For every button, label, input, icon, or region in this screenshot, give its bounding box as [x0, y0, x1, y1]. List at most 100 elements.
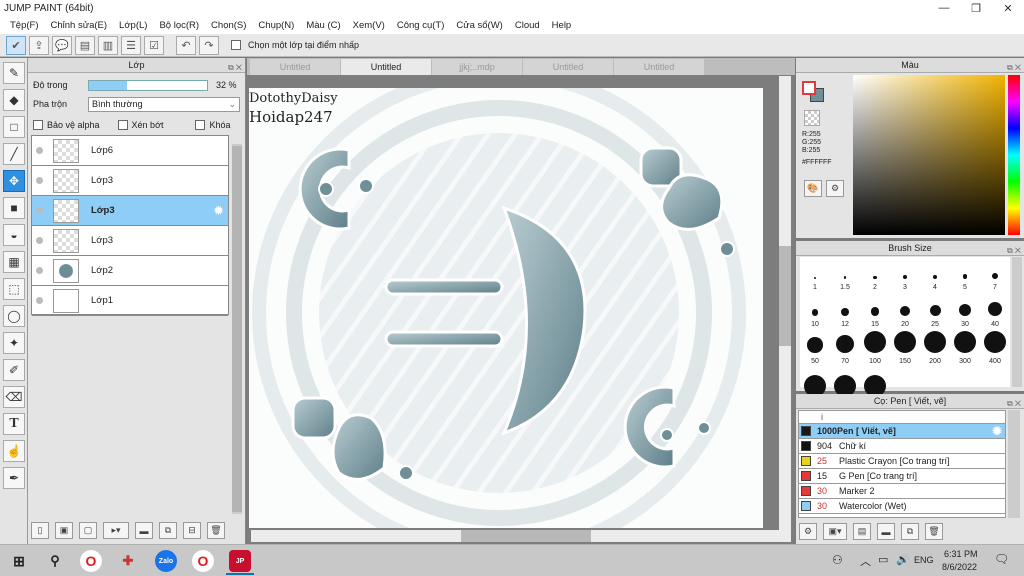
opacity-slider[interactable]	[88, 79, 208, 91]
select-eraser-icon[interactable]: ⌫	[3, 386, 25, 408]
opera-gx-icon[interactable]: O	[192, 550, 214, 572]
trash-icon[interactable]: 🗑	[207, 522, 225, 539]
menu-help[interactable]: Help	[546, 20, 578, 31]
people-icon[interactable]: ⚇	[832, 553, 843, 567]
menu-capture[interactable]: Chụp(N)	[252, 20, 300, 31]
restore-icon[interactable]: ❐	[960, 2, 992, 15]
panel-popout-icon[interactable]: ⧉ ✕	[1007, 243, 1021, 258]
hue-slider[interactable]	[1008, 75, 1020, 235]
rectangle-select-icon[interactable]: □	[3, 116, 25, 138]
zalo-icon[interactable]: Zalo	[155, 550, 177, 572]
layer-row-selected[interactable]: Lớp3 ✹	[32, 196, 228, 226]
minimize-icon[interactable]: —	[928, 2, 960, 14]
tab-untitled-3[interactable]: Untitled	[523, 59, 613, 75]
brush-folder-icon[interactable]: ▬	[877, 523, 895, 540]
palette-settings-icon[interactable]: ⚙	[826, 180, 844, 197]
line-tool-icon[interactable]: ╱	[3, 143, 25, 165]
visibility-icon[interactable]	[36, 207, 43, 214]
brush-size-option[interactable]: 1.5	[830, 257, 860, 294]
brush-size-option[interactable]: 10	[800, 294, 830, 331]
bucket-fill-icon[interactable]: ◒	[3, 224, 25, 246]
marquee-select-icon[interactable]: ⬚	[3, 278, 25, 300]
brush-size-option[interactable]: 3	[890, 257, 920, 294]
new-layer-icon[interactable]: ▯	[31, 522, 49, 539]
hand-tool-icon[interactable]: ☝	[3, 440, 25, 462]
new-raster-icon[interactable]: ▣	[55, 522, 73, 539]
add-brush-menu-icon[interactable]: ▣▾	[823, 523, 847, 540]
brush-list-scrollbar[interactable]	[1008, 410, 1020, 518]
protect-alpha-checkbox[interactable]	[33, 120, 43, 130]
brush-size-option[interactable]: 2	[860, 257, 890, 294]
gear-icon[interactable]: ✹	[213, 203, 224, 219]
brush-size-option[interactable]: 30	[950, 294, 980, 331]
lasso-icon[interactable]: ◯	[3, 305, 25, 327]
notification-icon[interactable]: 🗨	[994, 552, 1009, 566]
brush-item[interactable]: 904 Chữ kí	[799, 439, 1005, 454]
list-icon[interactable]: ☰	[121, 35, 141, 55]
brush-scrollbar[interactable]	[1012, 257, 1022, 387]
menu-file[interactable]: Tệp(F)	[4, 20, 45, 31]
panel-popout-icon[interactable]: ⧉ ✕	[1007, 60, 1021, 75]
brush-doc-icon[interactable]: ▤	[853, 523, 871, 540]
canvas-horizontal-scrollbar[interactable]	[251, 530, 781, 542]
message-icon[interactable]: ▤	[75, 35, 95, 55]
layer-scrollbar[interactable]	[232, 144, 242, 514]
gradient-icon[interactable]: ▦	[3, 251, 25, 273]
close-icon[interactable]: ✕	[992, 2, 1024, 15]
magic-wand-icon[interactable]: ✦	[3, 332, 25, 354]
brush-size-option[interactable]: 12	[830, 294, 860, 331]
brush-size-option[interactable]: 4	[920, 257, 950, 294]
fill-rect-icon[interactable]: ■	[3, 197, 25, 219]
tab-mdp-file[interactable]: jjkj;..mdp	[432, 59, 522, 75]
brush-size-option[interactable]: 200	[920, 331, 950, 368]
speech-bubble-icon[interactable]: 💬	[52, 35, 72, 55]
redo-icon[interactable]: ↷	[199, 35, 219, 55]
brush-size-option[interactable]: 50	[800, 331, 830, 368]
text-tool-icon[interactable]: T	[3, 413, 25, 435]
brush-item[interactable]: 30 Watercolor (Wet)	[799, 499, 1005, 514]
export-icon[interactable]: ⇪	[29, 35, 49, 55]
menu-layer[interactable]: Lớp(L)	[113, 20, 153, 31]
menu-edit[interactable]: Chỉnh sửa(E)	[45, 20, 114, 31]
folder-icon[interactable]: ▬	[135, 522, 153, 539]
layer-row[interactable]: Lớp2	[32, 256, 228, 286]
tab-untitled-1[interactable]: Untitled	[250, 59, 340, 75]
menu-window[interactable]: Cửa sổ(W)	[450, 20, 508, 31]
transparent-color-swatch[interactable]	[804, 110, 820, 126]
add-layer-menu-icon[interactable]: ▸▾	[103, 522, 129, 539]
drawing-canvas[interactable]: DotothyDaisy Hoidap247	[249, 88, 763, 528]
new-vector-icon[interactable]: ▢	[79, 522, 97, 539]
visibility-icon[interactable]	[36, 267, 43, 274]
search-icon[interactable]: ⚲	[44, 550, 66, 572]
saturation-value-picker[interactable]	[853, 75, 1005, 235]
brush-duplicate-icon[interactable]: ⧉	[901, 523, 919, 540]
eyedropper-icon[interactable]: ✒	[3, 467, 25, 489]
brush-size-option[interactable]: 300	[950, 331, 980, 368]
brush-trash-icon[interactable]: 🗑	[925, 523, 943, 540]
brush-size-option[interactable]: 25	[920, 294, 950, 331]
opera-icon[interactable]: O	[80, 550, 102, 572]
tray-chevron-icon[interactable]: ︿	[860, 553, 871, 569]
brush-item[interactable]: 25 Plastic Crayon [Co trang trí]	[799, 454, 1005, 469]
tab-untitled-2[interactable]: Untitled	[341, 59, 431, 75]
merge-icon[interactable]: ⊟	[183, 522, 201, 539]
brush-size-option[interactable]: 40	[980, 294, 1010, 331]
select-layer-checkbox[interactable]	[231, 40, 241, 50]
jump-paint-taskbar-icon[interactable]: JP	[229, 550, 251, 572]
foreground-color-swatch[interactable]	[802, 81, 816, 95]
duplicate-icon[interactable]: ⧉	[159, 522, 177, 539]
menu-color[interactable]: Màu (C)	[300, 20, 346, 31]
lock-checkbox[interactable]	[195, 120, 206, 130]
clipping-checkbox[interactable]	[117, 120, 128, 130]
gear-icon[interactable]: ✹	[992, 424, 1002, 438]
brush-size-option[interactable]: 7	[980, 257, 1010, 294]
visibility-icon[interactable]	[36, 147, 43, 154]
blend-select[interactable]: Bình thường ⌄	[88, 96, 240, 112]
brush-size-option[interactable]: 5	[950, 257, 980, 294]
language-indicator[interactable]: ENG	[914, 555, 934, 565]
brush-size-option[interactable]: 400	[980, 331, 1010, 368]
brush-settings-icon[interactable]: ⚙	[799, 523, 817, 540]
menu-cloud[interactable]: Cloud	[509, 20, 546, 31]
menu-tools[interactable]: Công cụ(T)	[391, 20, 451, 31]
checklist-icon[interactable]: ☑	[144, 35, 164, 55]
